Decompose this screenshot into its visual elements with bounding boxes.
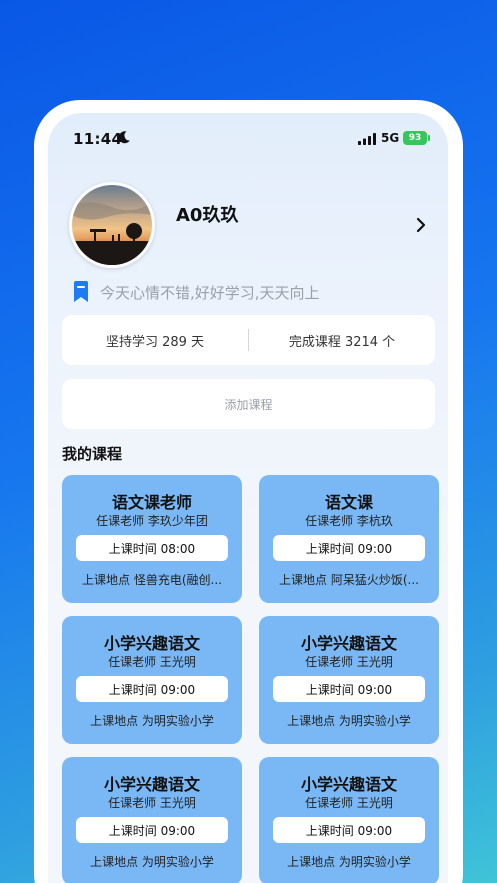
course-time: 上课时间 09:00 (76, 676, 228, 702)
course-name: 语文课老师 (111, 493, 192, 512)
course-name: 小学兴趣语文 (300, 634, 397, 653)
course-place: 上课地点 为明实验小学 (287, 714, 411, 728)
battery-level: 93 (408, 133, 422, 143)
course-name: 小学兴趣语文 (300, 775, 397, 794)
course-name: 小学兴趣语文 (103, 775, 200, 794)
app-screen: 11:44 5G 93 A0玖玖 今天心情不错,好好学习,天天向上 坚持学习 2… (48, 113, 448, 883)
course-place: 上课地点 为明实验小学 (90, 855, 214, 869)
avatar[interactable] (69, 182, 155, 268)
course-time: 上课时间 09:00 (273, 817, 425, 843)
course-teacher: 任课老师 李杭玖 (305, 514, 393, 528)
completed-courses-stat: 完成课程 3214 个 (288, 334, 396, 350)
course-place: 上课地点 阿呆猛火炒饭(... (279, 573, 419, 587)
my-courses-title: 我的课程 (62, 445, 123, 463)
chevron-right-icon[interactable] (414, 216, 428, 234)
course-card[interactable]: 小学兴趣语文 任课老师 王光明 上课时间 09:00 上课地点 为明实验小学 (259, 757, 439, 883)
course-time: 上课时间 09:00 (273, 535, 425, 561)
course-card[interactable]: 小学兴趣语文 任课老师 王光明 上课时间 09:00 上课地点 为明实验小学 (62, 757, 242, 883)
stats-card: 坚持学习 289 天 完成课程 3214 个 (62, 315, 435, 365)
course-card[interactable]: 语文课 任课老师 李杭玖 上课时间 09:00 上课地点 阿呆猛火炒饭(... (259, 475, 439, 603)
course-teacher: 任课老师 王光明 (108, 655, 196, 669)
avatar-sunset-image (72, 185, 152, 265)
course-teacher: 任课老师 王光明 (108, 796, 196, 810)
course-place: 上课地点 怪兽充电(融创... (82, 573, 222, 587)
profile-name: A0玖玖 (176, 205, 239, 226)
course-card[interactable]: 小学兴趣语文 任课老师 王光明 上课时间 09:00 上课地点 为明实验小学 (62, 616, 242, 744)
profile-motto: 今天心情不错,好好学习,天天向上 (100, 283, 320, 302)
course-time: 上课时间 08:00 (76, 535, 228, 561)
course-place: 上课地点 为明实验小学 (287, 855, 411, 869)
signal-icon (358, 133, 376, 145)
network-type: 5G (381, 131, 400, 145)
course-time: 上课时间 09:00 (76, 817, 228, 843)
course-teacher: 任课老师 王光明 (305, 796, 393, 810)
moon-icon (118, 131, 130, 144)
battery-icon: 93 (403, 131, 430, 145)
course-teacher: 任课老师 李玖少年团 (96, 514, 208, 528)
study-days-stat: 坚持学习 289 天 (105, 334, 205, 350)
add-course-button[interactable]: 添加课程 (62, 379, 435, 429)
course-card[interactable]: 小学兴趣语文 任课老师 王光明 上课时间 09:00 上课地点 为明实验小学 (259, 616, 439, 744)
course-teacher: 任课老师 王光明 (305, 655, 393, 669)
course-name: 小学兴趣语文 (103, 634, 200, 653)
course-place: 上课地点 为明实验小学 (90, 714, 214, 728)
status-time: 11:44 (73, 130, 123, 148)
course-card[interactable]: 语文课老师 任课老师 李玖少年团 上课时间 08:00 上课地点 怪兽充电(融创… (62, 475, 242, 603)
status-bar: 11:44 5G 93 (48, 113, 448, 163)
bookmark-icon (74, 281, 88, 302)
motto-row: 今天心情不错,好好学习,天天向上 (72, 281, 320, 303)
course-time: 上课时间 09:00 (273, 676, 425, 702)
course-name: 语文课 (324, 493, 373, 512)
